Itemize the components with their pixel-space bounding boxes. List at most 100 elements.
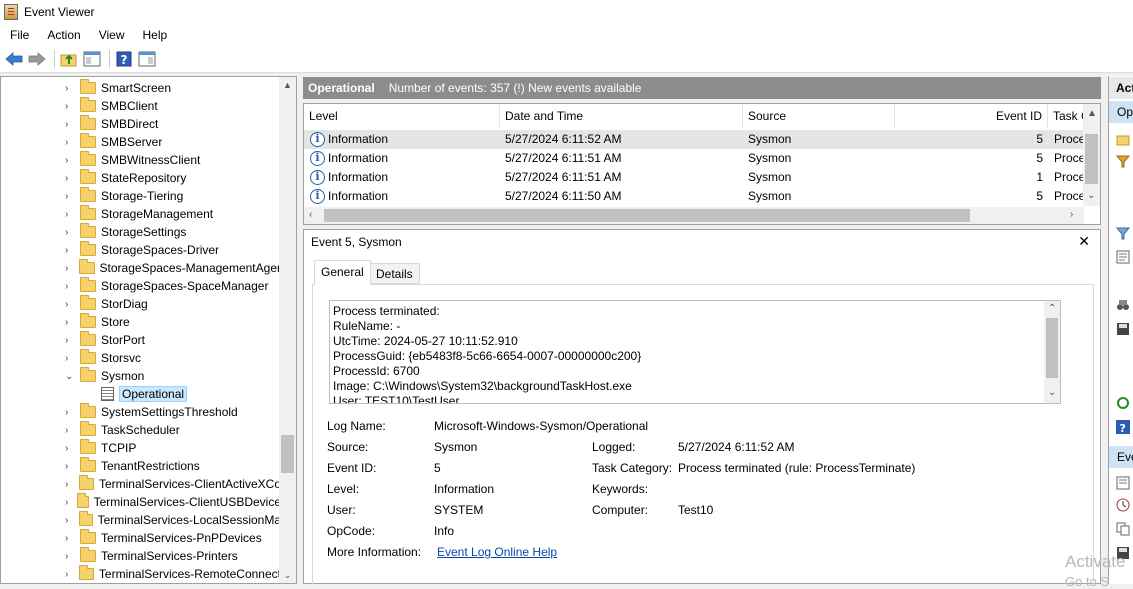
tree-item[interactable]: › SmartScreen [1, 79, 281, 97]
forward-arrow-icon[interactable] [27, 49, 47, 69]
chevron-right-icon[interactable]: › [65, 335, 75, 346]
menu-file[interactable]: File [0, 28, 37, 42]
chevron-up-icon[interactable]: ▲ [279, 77, 296, 93]
chevron-right-icon[interactable]: › [65, 299, 75, 310]
chevron-right-icon[interactable]: › [65, 101, 75, 112]
back-arrow-icon[interactable] [4, 49, 24, 69]
column-task-category[interactable]: Task C [1048, 104, 1084, 128]
refresh-icon[interactable] [1116, 396, 1130, 410]
events-vertical-scrollbar[interactable]: ▲ ⌄ [1083, 104, 1100, 206]
open-folder-icon[interactable] [1116, 132, 1130, 146]
tree-item[interactable]: › Storsvc [1, 349, 281, 367]
column-source[interactable]: Source [743, 104, 895, 128]
tree-item[interactable]: › StorageSpaces-ManagementAger [1, 259, 281, 277]
chevron-down-icon[interactable]: ⌄ [279, 567, 296, 583]
chevron-right-icon[interactable]: › [65, 155, 75, 166]
chevron-right-icon[interactable]: › [65, 191, 75, 202]
scroll-thumb[interactable] [281, 435, 294, 473]
menu-help[interactable]: Help [133, 28, 176, 42]
folder-up-icon[interactable] [59, 49, 79, 69]
chevron-right-icon[interactable]: › [65, 263, 74, 274]
chevron-right-icon[interactable]: › [1070, 209, 1073, 220]
chevron-right-icon[interactable]: › [65, 515, 74, 526]
chevron-right-icon[interactable]: › [65, 461, 75, 472]
tree-item[interactable]: › SMBWitnessClient [1, 151, 281, 169]
panel-icon[interactable] [137, 49, 157, 69]
save-icon[interactable] [1116, 322, 1130, 336]
chevron-right-icon[interactable]: › [65, 173, 75, 184]
chevron-right-icon[interactable]: › [65, 533, 75, 544]
tree-item[interactable]: › TerminalServices-PnPDevices [1, 529, 281, 547]
tree-item[interactable]: Operational [1, 385, 281, 403]
tree-item[interactable]: › TerminalServices-LocalSessionMa [1, 511, 281, 529]
scroll-thumb[interactable] [324, 209, 970, 222]
close-icon[interactable]: ✕ [1078, 233, 1090, 250]
tree-item[interactable]: › StorageSpaces-SpaceManager [1, 277, 281, 295]
tab-details[interactable]: Details [369, 263, 420, 284]
help-icon[interactable]: ? [1116, 420, 1130, 435]
scroll-thumb[interactable] [1046, 318, 1058, 378]
tree-item[interactable]: › Storage-Tiering [1, 187, 281, 205]
table-row[interactable]: i Information 5/27/2024 6:11:51 AM Sysmon 1 P… [304, 168, 1084, 187]
tree-item[interactable]: › StorageSettings [1, 223, 281, 241]
chevron-down-icon[interactable]: ⌄ [1087, 190, 1095, 201]
chevron-left-icon[interactable]: ‹ [309, 209, 312, 220]
chevron-right-icon[interactable]: › [65, 227, 75, 238]
actions-event-section[interactable]: Eve [1109, 446, 1133, 468]
chevron-right-icon[interactable]: › [65, 317, 75, 328]
tree-item[interactable]: › StateRepository [1, 169, 281, 187]
table-row[interactable]: i Information 5/27/2024 6:11:51 AM Sysmon 5 P… [304, 149, 1084, 168]
chevron-down-icon[interactable]: ⌄ [1048, 387, 1056, 398]
tree-item[interactable]: › StorageSpaces-Driver [1, 241, 281, 259]
tree-item[interactable]: › StorDiag [1, 295, 281, 313]
event-description[interactable]: User: TEST10\TestUser Image: C:\Windows\S… [329, 300, 1061, 404]
table-row[interactable]: i Information 5/27/2024 6:11:52 AM Sysmon 5 P… [304, 130, 1084, 149]
tree-item[interactable]: › TerminalServices-RemoteConnect [1, 565, 281, 583]
scroll-up-icon[interactable]: ▲ [1087, 108, 1097, 119]
tree-item[interactable]: › TCPIP [1, 439, 281, 457]
console-tree-icon[interactable] [82, 49, 102, 69]
menu-action[interactable]: Action [37, 28, 88, 42]
chevron-right-icon[interactable]: › [65, 443, 75, 454]
chevron-right-icon[interactable]: › [65, 569, 74, 580]
column-date-time[interactable]: Date and Time [500, 104, 743, 128]
tree-item[interactable]: ⌄ Sysmon [1, 367, 281, 385]
find-binoculars-icon[interactable] [1116, 298, 1130, 312]
chevron-right-icon[interactable]: › [65, 137, 75, 148]
chevron-right-icon[interactable]: › [65, 119, 75, 130]
copy-icon[interactable] [1116, 522, 1130, 536]
tree-item[interactable]: › TerminalServices-ClientActiveXCo [1, 475, 281, 493]
tree-item[interactable]: › Store [1, 313, 281, 331]
tree-item[interactable]: › SystemSettingsThreshold [1, 403, 281, 421]
tree-item[interactable]: › TerminalServices-ClientUSBDevice [1, 493, 281, 511]
properties-icon[interactable] [1116, 250, 1130, 264]
table-row[interactable]: i Information 5/27/2024 6:11:50 AM Sysmon 5 P… [304, 187, 1084, 206]
actions-operational-section[interactable]: Op [1109, 101, 1133, 123]
attach-task-icon[interactable] [1116, 498, 1130, 512]
menu-view[interactable]: View [89, 28, 133, 42]
chevron-right-icon[interactable]: › [65, 353, 75, 364]
chevron-right-icon[interactable]: › [65, 425, 75, 436]
chevron-right-icon[interactable]: › [65, 407, 75, 418]
event-properties-icon[interactable] [1116, 476, 1130, 490]
tree-item[interactable]: › SMBDirect [1, 115, 281, 133]
tree-item[interactable]: › StorageManagement [1, 205, 281, 223]
filter-icon[interactable] [1115, 226, 1131, 240]
chevron-right-icon[interactable]: › [65, 479, 74, 490]
column-event-id[interactable]: Event ID [895, 104, 1048, 128]
tree-item[interactable]: › SMBClient [1, 97, 281, 115]
scroll-up-icon[interactable]: ⌃ [1048, 303, 1056, 314]
chevron-right-icon[interactable]: › [65, 245, 75, 256]
tab-general[interactable]: General [314, 260, 371, 285]
chevron-down-icon[interactable]: ⌄ [65, 371, 75, 382]
events-horizontal-scrollbar[interactable]: ‹ › [304, 207, 1084, 224]
tree-item[interactable]: › TaskScheduler [1, 421, 281, 439]
chevron-right-icon[interactable]: › [65, 551, 75, 562]
event-log-online-help-link[interactable]: Event Log Online Help [437, 545, 557, 559]
chevron-right-icon[interactable]: › [65, 281, 75, 292]
help-icon[interactable]: ? [114, 49, 134, 69]
chevron-right-icon[interactable]: › [65, 497, 72, 508]
description-scrollbar[interactable]: ⌃ ⌄ [1044, 301, 1060, 403]
chevron-right-icon[interactable]: › [65, 209, 75, 220]
scroll-thumb[interactable] [1085, 134, 1098, 184]
